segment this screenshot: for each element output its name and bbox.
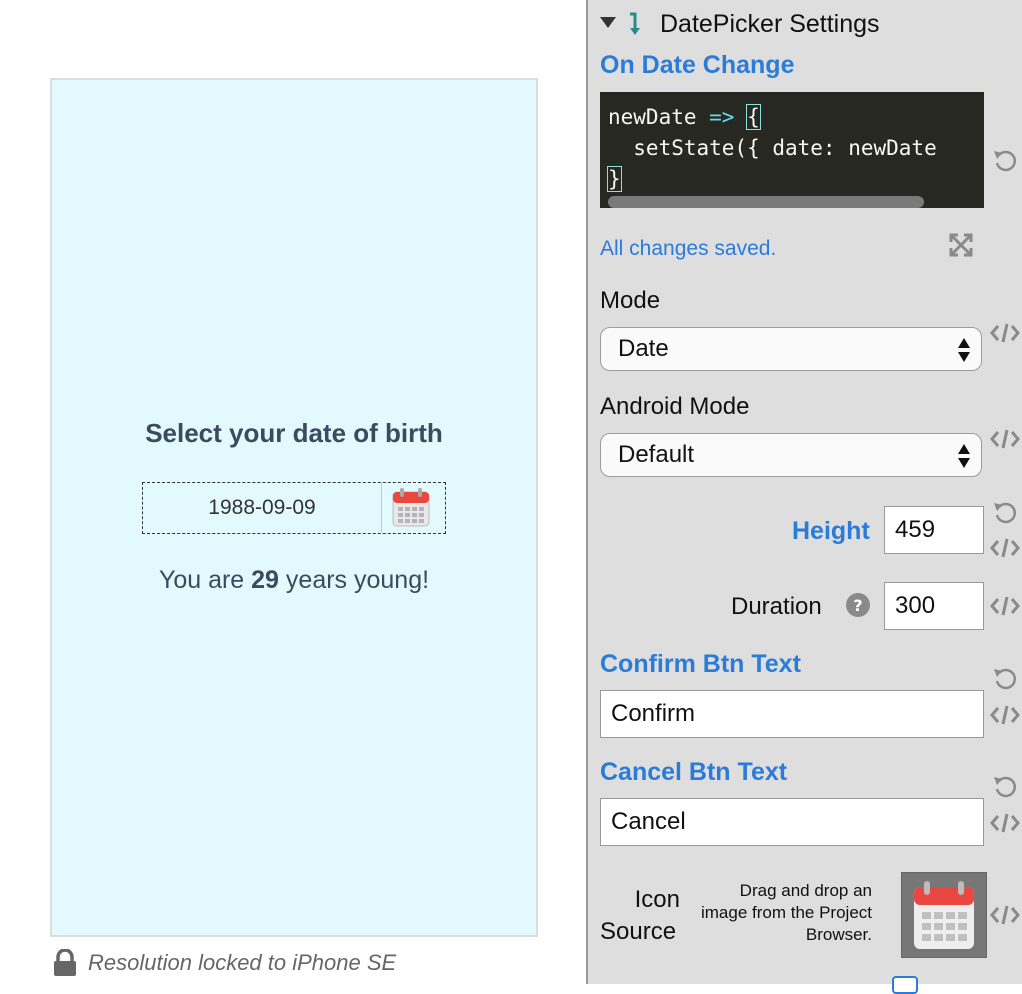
- drag-drop-hint: Drag and drop an image from the Project …: [682, 880, 872, 946]
- mode-select[interactable]: Date: [600, 327, 982, 371]
- undo-icon[interactable]: [992, 148, 1018, 174]
- checkbox[interactable]: [892, 976, 918, 994]
- icon-source-label-line1: Icon: [634, 886, 680, 913]
- icon-source-label: Icon Source: [600, 884, 680, 948]
- select-arrows-icon: [958, 338, 970, 362]
- drag-hint-line3: Browser.: [805, 925, 872, 944]
- help-icon[interactable]: ?: [846, 593, 870, 617]
- code-scrollbar[interactable]: [608, 196, 924, 208]
- height-label: Height: [792, 517, 870, 545]
- undo-icon[interactable]: [992, 666, 1018, 692]
- cancel-btn-text-input[interactable]: Cancel: [600, 798, 984, 846]
- height-input[interactable]: 459: [884, 506, 984, 554]
- calendar-icon: [914, 881, 974, 949]
- mode-label: Mode: [600, 287, 661, 314]
- age-suffix: years young!: [278, 566, 430, 594]
- cancel-btn-text-label: Cancel Btn Text: [600, 758, 788, 786]
- drag-hint-line1: Drag and drop an: [739, 881, 872, 900]
- duration-label: Duration: [731, 593, 822, 620]
- code-icon[interactable]: [990, 428, 1020, 450]
- section-title: DatePicker Settings: [660, 10, 880, 38]
- device-preview: Select your date of birth 1988-09-09 You…: [50, 78, 538, 937]
- confirm-btn-text-input[interactable]: Confirm: [600, 690, 984, 738]
- code-icon[interactable]: [990, 704, 1020, 726]
- code-editor[interactable]: newDate => { setState({ date: newDate }: [600, 92, 984, 208]
- android-mode-select[interactable]: Default: [600, 433, 982, 477]
- settings-panel: DatePicker Settings On Date Change newDa…: [586, 0, 1022, 994]
- resolution-note-text: Resolution locked to iPhone SE: [88, 950, 397, 975]
- code-icon[interactable]: [990, 322, 1020, 344]
- caret-down-icon[interactable]: [600, 17, 616, 29]
- resolution-note: Resolution locked to iPhone SE: [52, 946, 396, 980]
- age-value: 29: [251, 566, 279, 594]
- code-line-2: setState({ date: newDate: [608, 136, 937, 160]
- icon-drop-zone[interactable]: [901, 872, 987, 958]
- code-line-3: }: [607, 166, 622, 192]
- confirm-btn-text-label: Confirm Btn Text: [600, 650, 801, 678]
- code-icon[interactable]: [990, 537, 1020, 559]
- save-status: All changes saved.: [600, 237, 777, 260]
- android-mode-label: Android Mode: [600, 393, 750, 420]
- arrow-down-icon: [630, 12, 640, 35]
- icon-source-label-line2: Source: [600, 918, 677, 945]
- undo-icon[interactable]: [992, 500, 1018, 526]
- calendar-icon[interactable]: [392, 487, 430, 527]
- preview-title: Select your date of birth: [145, 418, 443, 448]
- age-prefix: You are: [158, 566, 252, 594]
- date-picker[interactable]: 1988-09-09: [142, 482, 446, 534]
- date-input[interactable]: 1988-09-09: [143, 483, 382, 532]
- drag-hint-line2: image from the Project: [700, 903, 872, 922]
- mode-select-value: Date: [618, 335, 669, 362]
- select-arrows-icon: [958, 444, 970, 468]
- code-icon[interactable]: [990, 904, 1020, 926]
- code-icon[interactable]: [990, 812, 1020, 834]
- on-date-change-label: On Date Change: [600, 51, 795, 79]
- lock-icon: [54, 949, 76, 976]
- duration-input[interactable]: 300: [884, 582, 984, 630]
- code-icon[interactable]: [990, 595, 1020, 617]
- expand-icon[interactable]: [948, 232, 974, 258]
- code-line-1: newDate => {: [608, 104, 761, 130]
- undo-icon[interactable]: [992, 774, 1018, 800]
- age-message: You are 29 years young!: [52, 566, 536, 595]
- svg-text:?: ?: [853, 596, 862, 615]
- android-mode-select-value: Default: [618, 441, 695, 468]
